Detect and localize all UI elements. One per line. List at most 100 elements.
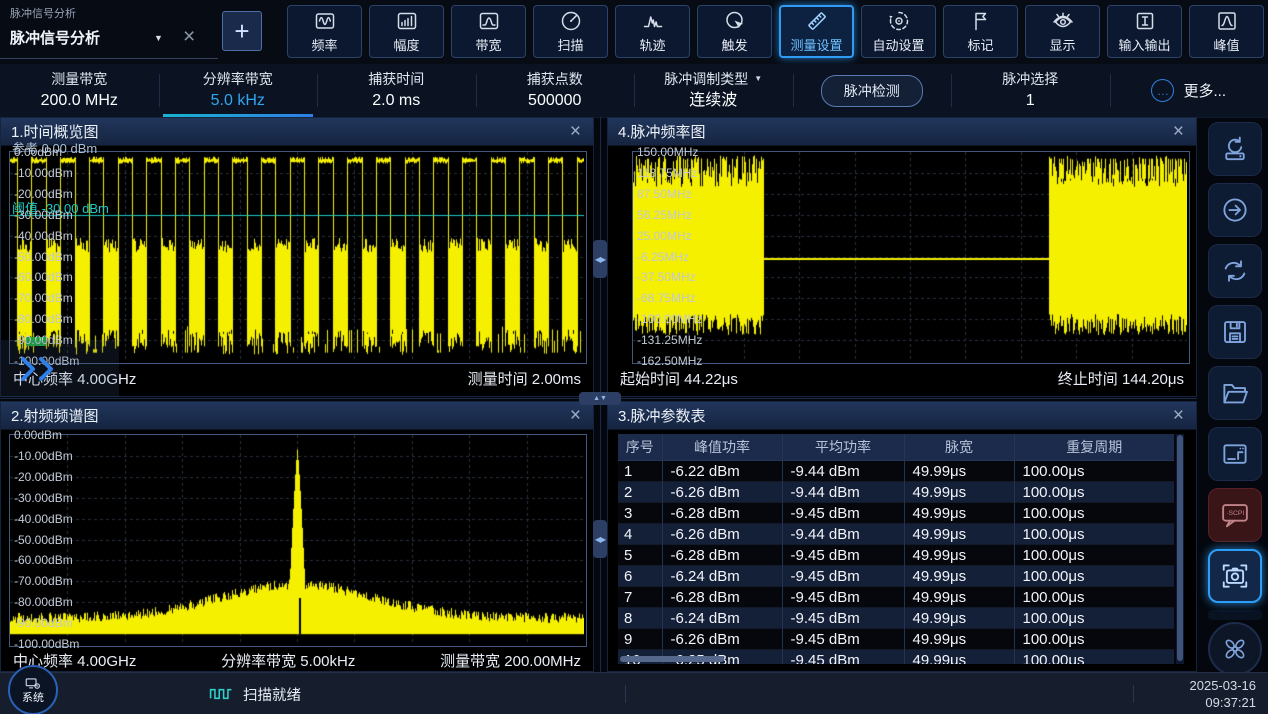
table-cell: 8 <box>618 608 662 629</box>
system-button[interactable]: 系统 <box>8 665 58 714</box>
toolbar-button-扫描[interactable]: 扫描 <box>533 5 608 58</box>
table-cell: -6.26 dBm <box>662 482 782 503</box>
pulse-detect-button[interactable]: 脉冲检测 <box>821 75 923 107</box>
toolbar-button-显示[interactable]: 显示 <box>1025 5 1100 58</box>
param-label: 脉冲调制类型▼ <box>664 70 762 88</box>
table-cell: -9.44 dBm <box>782 524 904 545</box>
table-row[interactable]: 9-6.26 dBm-9.45 dBm49.99μs100.00μs <box>618 629 1174 650</box>
table-row[interactable]: 7-6.28 dBm-9.45 dBm49.99μs100.00μs <box>618 587 1174 608</box>
add-tab-button[interactable]: + <box>222 11 262 51</box>
sidebar-button-preset[interactable] <box>1208 122 1262 176</box>
table-cell: 49.99μs <box>904 629 1014 650</box>
top-toolbar: 脉冲信号分析 脉冲信号分析 ▼ × + 频率幅度带宽扫描轨迹 触发测量设置自动设置… <box>0 0 1268 64</box>
table-row[interactable]: 1-6.22 dBm-9.44 dBm49.99μs100.00μs <box>618 461 1174 482</box>
toolbar-button-测量设置[interactable]: 测量设置 <box>779 5 854 58</box>
sidebar-button-window-layout[interactable] <box>1208 427 1262 481</box>
panel4-header[interactable]: 4.脉冲频率图 × <box>608 118 1196 146</box>
sweep-status: 扫描就绪 <box>208 673 301 714</box>
param-value: 2.0 ms <box>372 90 420 112</box>
table-row[interactable]: 3-6.28 dBm-9.45 dBm49.99μs100.00μs <box>618 503 1174 524</box>
param-value: 连续波 <box>689 90 737 112</box>
close-icon[interactable]: × <box>1173 404 1184 427</box>
trace-icon <box>641 9 665 33</box>
table-cell: 49.99μs <box>904 482 1014 503</box>
vertical-scrollbar-thumb[interactable] <box>1177 435 1183 661</box>
table-row[interactable]: 5-6.28 dBm-9.45 dBm49.99μs100.00μs <box>618 545 1174 566</box>
table-cell: 9 <box>618 629 662 650</box>
toolbar-button-标记[interactable]: 标记 <box>943 5 1018 58</box>
table-row[interactable]: 8-6.24 dBm-9.45 dBm49.99μs100.00μs <box>618 608 1174 629</box>
sidebar-button-run-next[interactable] <box>1208 183 1262 237</box>
expand-control[interactable] <box>1 340 119 397</box>
measure-icon <box>805 9 829 33</box>
table-cell: 6 <box>618 566 662 587</box>
table-cell: -9.45 dBm <box>782 608 904 629</box>
param-脉冲调制类型[interactable]: 脉冲调制类型▼ 连续波 <box>634 64 793 117</box>
param-分辨率带宽[interactable]: 分辨率带宽5.0 kHz <box>159 64 318 117</box>
table-cell: 5 <box>618 545 662 566</box>
toolbar-button-自动设置[interactable]: 自动设置 <box>861 5 936 58</box>
param-脉冲检测[interactable]: 脉冲检测 <box>793 64 952 117</box>
toolbar-button-触发[interactable]: 触发 <box>697 5 772 58</box>
splitter-handle-middle[interactable]: ▲▼ <box>579 392 621 405</box>
sidebar-button-open-file[interactable] <box>1208 366 1262 420</box>
toolbar-button-频率[interactable]: 频率 <box>287 5 362 58</box>
panel2-header[interactable]: 2.射频频谱图 × <box>1 402 593 430</box>
app-tab[interactable]: 脉冲信号分析 脉冲信号分析 ▼ <box>10 5 210 48</box>
param-捕获点数[interactable]: 捕获点数500000 <box>476 64 635 117</box>
sidebar-button-screenshot[interactable] <box>1208 549 1262 603</box>
toolbar-button-label: 轨迹 <box>639 35 665 54</box>
table-cell: -9.45 dBm <box>782 650 904 665</box>
toolbar-button-输入输出[interactable]: 输入输出 <box>1107 5 1182 58</box>
chevron-down-icon[interactable]: ▼ <box>154 33 163 43</box>
table-cell: 100.00μs <box>1014 461 1174 482</box>
sidebar-button-system-menu[interactable] <box>1208 622 1262 676</box>
sweep-icon <box>559 9 583 33</box>
table-cell: -9.45 dBm <box>782 545 904 566</box>
close-icon[interactable]: × <box>570 404 581 427</box>
param-脉冲选择[interactable]: 脉冲选择1 <box>951 64 1110 117</box>
date-readout: 2025-03-16 <box>1190 677 1257 694</box>
toolbar-button-幅度[interactable]: 幅度 <box>369 5 444 58</box>
vertical-scrollbar[interactable] <box>1176 434 1184 664</box>
bandwidth-icon <box>477 9 501 33</box>
close-icon[interactable]: × <box>570 120 581 143</box>
folder-icon <box>1220 378 1250 408</box>
close-tab-icon[interactable]: × <box>183 26 195 47</box>
scpi-icon: ·SCPI <box>1220 500 1250 530</box>
chevron-down-icon: ▼ <box>754 70 762 88</box>
panel3-header[interactable]: 3.脉冲参数表 × <box>608 402 1196 430</box>
panel1-header[interactable]: 1.时间概览图 × <box>1 118 593 146</box>
param-测量带宽[interactable]: 测量带宽200.0 MHz <box>0 64 159 117</box>
table-row[interactable]: 2-6.26 dBm-9.44 dBm49.99μs100.00μs <box>618 482 1174 503</box>
horizontal-scrollbar-thumb[interactable] <box>620 656 724 662</box>
time-overview-plot: 参考 0.00 dBm 阈值 -30.00 dBm 0.00dBm-10.00d… <box>9 151 587 364</box>
toolbar-button-label: 自动设置 <box>872 35 924 54</box>
peak-icon <box>1215 9 1239 33</box>
auto-icon <box>887 9 911 33</box>
table-cell: 49.99μs <box>904 587 1014 608</box>
close-icon[interactable]: × <box>1173 120 1184 143</box>
table-cell: 4 <box>618 524 662 545</box>
sidebar-button-save[interactable] <box>1208 305 1262 359</box>
datetime-readout: 2025-03-16 09:37:21 <box>1190 677 1257 711</box>
splitter-handle-top[interactable]: ◀▶ <box>593 240 607 278</box>
panel2-footer: 中心频率 4.00GHz 分辨率带宽 5.00kHz 测量带宽 200.00MH… <box>1 650 593 671</box>
toolbar-button-带宽[interactable]: 带宽 <box>451 5 526 58</box>
table-cell: 7 <box>618 587 662 608</box>
table-row[interactable]: 6-6.24 dBm-9.45 dBm49.99μs100.00μs <box>618 566 1174 587</box>
sidebar-button-sweep-restart[interactable] <box>1208 244 1262 298</box>
panel-time-overview: 1.时间概览图 × 参考 0.00 dBm 阈值 -30.00 dBm 0.00… <box>0 117 594 397</box>
param-更多...[interactable]: …更多... <box>1110 64 1268 117</box>
io-icon <box>1133 9 1157 33</box>
sidebar-button-scpi[interactable]: ·SCPI <box>1208 488 1262 542</box>
amplitude-icon <box>395 9 419 33</box>
panel-pulse-frequency: 4.脉冲频率图 × 150.00MHz118.75MHz87.50MHz56.2… <box>607 117 1197 397</box>
splitter-handle-bottom[interactable]: ◀▶ <box>593 520 607 558</box>
toolbar-button-轨迹[interactable]: 轨迹 <box>615 5 690 58</box>
param-捕获时间[interactable]: 捕获时间2.0 ms <box>317 64 476 117</box>
table-cell: 49.99μs <box>904 545 1014 566</box>
table-row[interactable]: 4-6.26 dBm-9.44 dBm49.99μs100.00μs <box>618 524 1174 545</box>
toolbar-button-峰值[interactable]: 峰值 <box>1189 5 1264 58</box>
table-cell: -6.24 dBm <box>662 608 782 629</box>
